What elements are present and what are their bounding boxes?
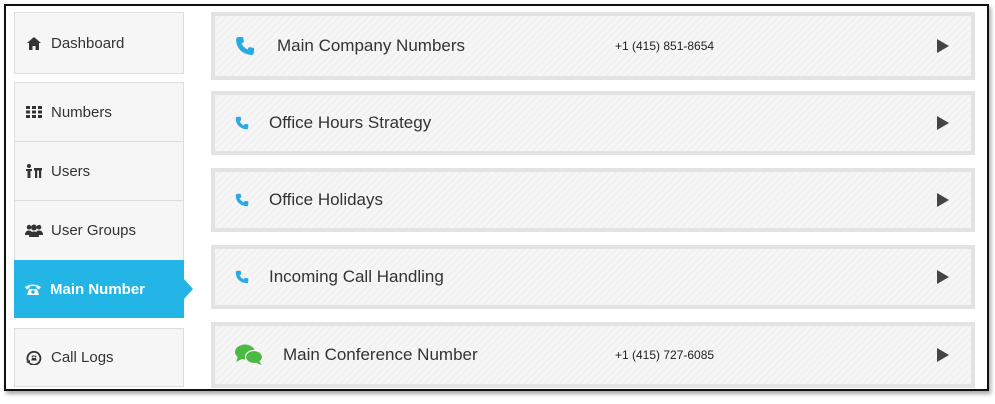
sidebar-item-label: Main Number bbox=[50, 280, 146, 298]
user-groups-icon bbox=[24, 221, 44, 239]
play-arrow-icon[interactable] bbox=[937, 348, 949, 362]
play-arrow-icon[interactable] bbox=[937, 193, 949, 207]
sidebar-item-main-number[interactable]: Main Number bbox=[14, 260, 184, 318]
grid-icon bbox=[24, 103, 44, 121]
phone-icon bbox=[23, 280, 43, 298]
sidebar-item-users[interactable]: Users bbox=[15, 142, 183, 200]
phone-icon bbox=[235, 270, 249, 284]
row-title: Main Conference Number bbox=[283, 345, 478, 364]
call-logs-icon bbox=[24, 349, 44, 367]
row-office-hours-strategy[interactable]: Office Hours Strategy bbox=[211, 91, 975, 155]
sidebar-item-numbers[interactable]: Numbers bbox=[15, 83, 183, 141]
play-arrow-icon[interactable] bbox=[937, 116, 949, 130]
sidebar-item-label: Call Logs bbox=[51, 349, 114, 366]
row-phone-number: +1 (415) 851-8654 bbox=[615, 39, 715, 53]
chat-bubbles-icon bbox=[235, 344, 263, 366]
sidebar-item-label: Dashboard bbox=[51, 34, 125, 52]
row-title: Office Hours Strategy bbox=[269, 113, 432, 132]
row-main-company-numbers[interactable]: Main Company Numbers +1 (415) 851-8654 bbox=[211, 12, 975, 80]
play-arrow-icon[interactable] bbox=[937, 270, 949, 284]
sidebar-item-dashboard[interactable]: Dashboard bbox=[15, 13, 183, 73]
row-title: Office Holidays bbox=[269, 190, 384, 209]
row-main-conference-number[interactable]: Main Conference Number +1 (415) 727-6085 bbox=[211, 322, 975, 388]
play-arrow-icon[interactable] bbox=[937, 39, 949, 53]
sidebar-dashboard-card: Dashboard bbox=[14, 12, 184, 74]
phone-icon bbox=[235, 36, 255, 56]
sidebar-item-label: Users bbox=[51, 162, 91, 180]
phone-icon bbox=[235, 116, 249, 130]
sidebar-item-label: Numbers bbox=[51, 103, 112, 121]
row-title: Main Company Numbers bbox=[277, 36, 466, 55]
sidebar-item-user-groups[interactable]: User Groups bbox=[15, 201, 183, 259]
sidebar-item-call-logs[interactable]: Call Logs bbox=[15, 329, 183, 386]
home-icon bbox=[24, 34, 44, 52]
row-incoming-call-handling[interactable]: Incoming Call Handling bbox=[211, 245, 975, 309]
row-phone-number: +1 (415) 727-6085 bbox=[615, 348, 715, 362]
row-title: Incoming Call Handling bbox=[269, 267, 444, 286]
sidebar-calllogs-card: Call Logs bbox=[14, 328, 184, 387]
phone-icon bbox=[235, 193, 249, 207]
app-frame: Dashboard Numbers Users User Groups Main… bbox=[4, 4, 989, 391]
users-icon bbox=[24, 162, 44, 180]
sidebar-item-label: User Groups bbox=[51, 221, 137, 239]
active-indicator bbox=[184, 279, 193, 299]
row-office-holidays[interactable]: Office Holidays bbox=[211, 168, 975, 232]
